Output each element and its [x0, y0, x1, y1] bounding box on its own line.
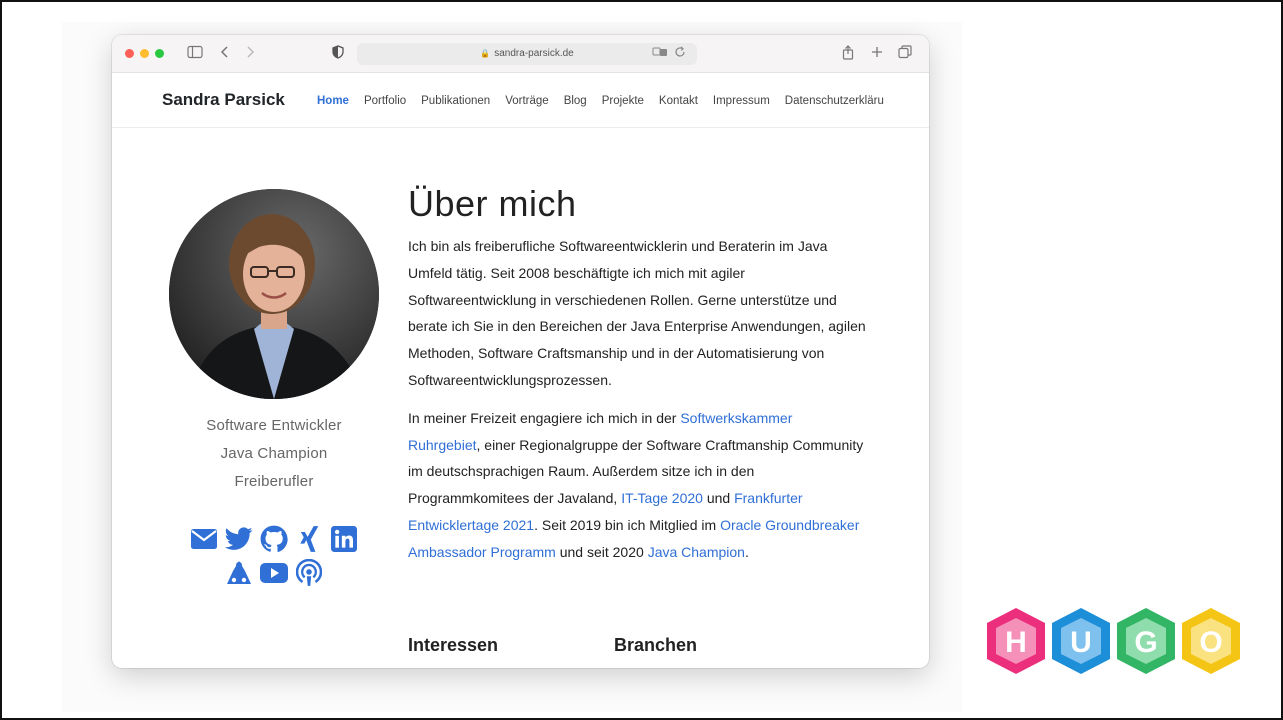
profile-photo	[169, 189, 379, 399]
privacy-shield-icon[interactable]	[332, 45, 344, 63]
podcast-icon[interactable]	[294, 558, 324, 588]
about-paragraph-2: In meiner Freizeit engagiere ich mich in…	[408, 405, 868, 566]
about-content: Über mich Ich bin als freiberufliche Sof…	[408, 183, 868, 577]
text: In meiner Freizeit engagiere ich mich in…	[408, 409, 681, 426]
youtube-icon[interactable]	[259, 558, 289, 588]
nav-menu: Home Portfolio Publikationen Vorträge Bl…	[317, 95, 899, 107]
nav-item-vortraege[interactable]: Vorträge	[505, 95, 548, 107]
site-navbar: Sandra Parsick Home Portfolio Publikatio…	[112, 73, 929, 128]
nav-item-projekte[interactable]: Projekte	[602, 95, 644, 107]
link-it-tage[interactable]: IT-Tage 2020	[621, 490, 703, 506]
social-row-1	[164, 522, 384, 556]
section-branchen: Branchen	[614, 635, 698, 655]
role-java-champion: Java Champion	[220, 445, 328, 462]
social-row-2	[164, 556, 384, 590]
address-bar[interactable]: 🔒 sandra-parsick.de	[357, 43, 697, 65]
page-title: Über mich	[408, 183, 577, 224]
link-java-champion[interactable]: Java Champion	[648, 544, 745, 560]
nav-item-portfolio[interactable]: Portfolio	[364, 95, 406, 107]
hugo-letter-h: H	[1005, 626, 1027, 659]
nav-item-home[interactable]: Home	[317, 95, 349, 107]
hugo-hex-o: O	[1182, 608, 1240, 674]
lock-icon: 🔒	[480, 49, 491, 58]
browser-toolbar: 🔒 sandra-parsick.de	[112, 35, 929, 73]
linkedin-icon[interactable]	[329, 524, 359, 554]
slide: 🔒sandra-parsick.de Sandra Parsick Home	[0, 0, 1283, 720]
hugo-letter-g: G	[1134, 626, 1157, 659]
about-paragraph-1: Ich bin als freiberufliche Softwareentwi…	[408, 238, 866, 388]
close-window-button[interactable]	[125, 49, 134, 58]
text: .	[744, 543, 749, 560]
window-controls	[125, 49, 164, 58]
hugo-hex-g: G	[1117, 608, 1175, 674]
hugo-logo: H U G O	[984, 606, 1246, 676]
nav-item-datenschutz[interactable]: Datenschutzerkläru	[785, 95, 884, 107]
twitter-icon[interactable]	[224, 524, 254, 554]
site-brand[interactable]: Sandra Parsick	[162, 90, 285, 110]
section-interessen: Interessen	[408, 635, 499, 655]
back-icon[interactable]	[220, 45, 230, 63]
minimize-window-button[interactable]	[140, 49, 149, 58]
forward-icon[interactable]	[245, 45, 255, 63]
nav-item-impressum[interactable]: Impressum	[713, 95, 770, 107]
share-icon[interactable]	[842, 45, 854, 64]
nav-item-publikationen[interactable]: Publikationen	[421, 95, 490, 107]
translate-icon[interactable]	[652, 46, 668, 62]
hugo-letter-u: U	[1070, 626, 1092, 659]
github-icon[interactable]	[259, 524, 289, 554]
reload-icon[interactable]	[674, 46, 686, 62]
mail-icon[interactable]	[189, 524, 219, 554]
tab-overview-icon[interactable]	[898, 45, 912, 63]
url-text: sandra-parsick.de	[494, 48, 574, 59]
new-tab-icon[interactable]	[871, 45, 883, 63]
speakerdeck-icon[interactable]	[224, 558, 254, 588]
text: . Seit 2019 bin ich Mitglied im	[534, 516, 721, 533]
role-freiberufler: Freiberufler	[234, 473, 314, 490]
social-links	[164, 522, 384, 590]
hugo-letter-o: O	[1199, 626, 1222, 659]
nav-item-blog[interactable]: Blog	[564, 95, 587, 107]
hugo-hex-u: U	[1052, 608, 1110, 674]
nav-item-kontakt[interactable]: Kontakt	[659, 95, 698, 107]
text: und	[702, 490, 735, 507]
xing-icon[interactable]	[294, 524, 324, 554]
browser-window: 🔒sandra-parsick.de Sandra Parsick Home	[112, 35, 929, 668]
role-software-entwickler: Software Entwickler	[206, 417, 342, 434]
zoom-window-button[interactable]	[155, 49, 164, 58]
profile-roles: Software Entwickler Java Champion Freibe…	[164, 412, 384, 496]
hugo-hex-h: H	[987, 608, 1045, 674]
sidebar-toggle-icon[interactable]	[187, 45, 203, 63]
text: und seit 2020	[555, 543, 648, 560]
